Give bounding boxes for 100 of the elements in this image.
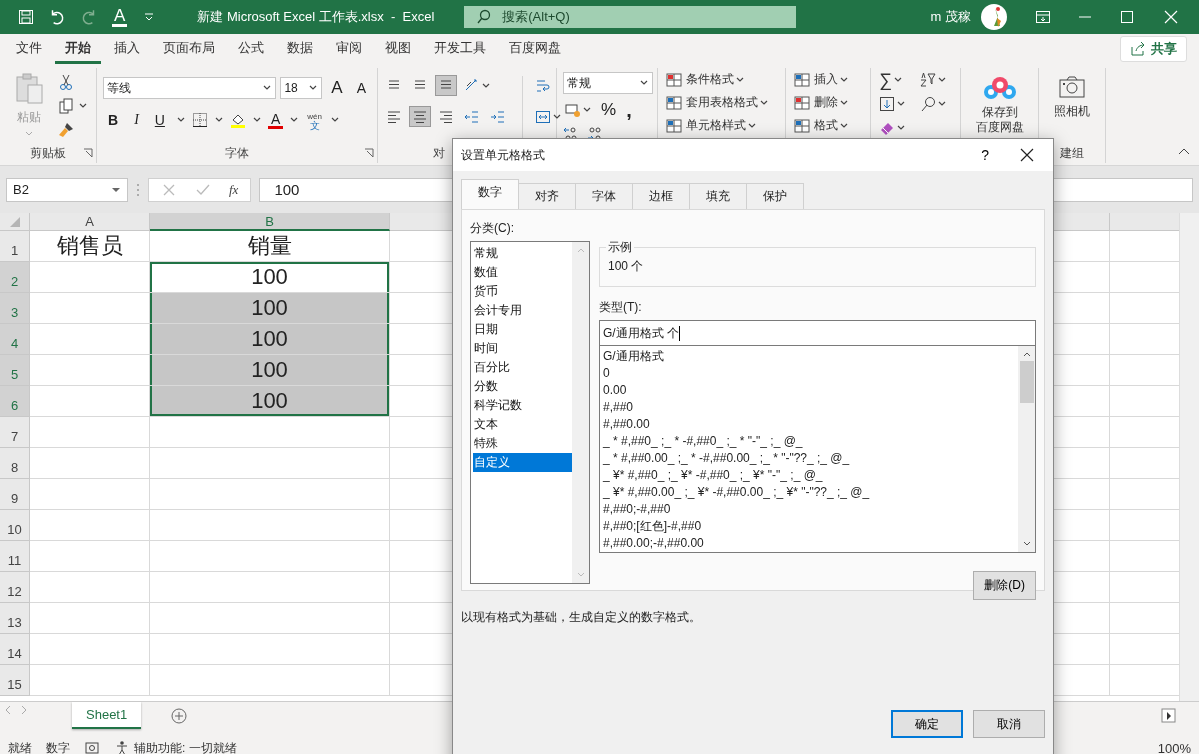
delete-button[interactable]: 删除(D) <box>973 571 1036 600</box>
font-color-button[interactable]: A <box>112 7 128 27</box>
table-cell: 100 <box>150 386 390 417</box>
font-color-button[interactable]: A <box>267 111 284 129</box>
grow-font-button[interactable]: A <box>326 76 348 100</box>
ribbon-tab[interactable]: 页面布局 <box>153 34 225 64</box>
type-label: 类型(T): <box>599 299 643 316</box>
row-header[interactable]: 10 <box>0 510 30 541</box>
dialog-tab[interactable]: 保护 <box>746 183 804 209</box>
ribbon-tab[interactable]: 数据 <box>277 34 323 64</box>
sheet-tab[interactable]: Sheet1 <box>72 702 142 729</box>
styles-button[interactable]: 单元格样式 <box>664 116 779 135</box>
increase-indent-icon <box>490 108 506 125</box>
bold-button[interactable]: B <box>103 110 124 130</box>
row-header[interactable]: 1 <box>0 231 30 262</box>
row-header[interactable]: 15 <box>0 665 30 696</box>
row-header[interactable]: 7 <box>0 417 30 448</box>
format-item[interactable]: #,##0.00 <box>603 416 1018 433</box>
name-box[interactable]: B2 <box>6 177 128 202</box>
center-button[interactable] <box>410 107 430 126</box>
category-item[interactable]: 货币 <box>473 282 572 301</box>
format-item[interactable]: _ ¥* #,##0_ ;_ ¥* -#,##0_ ;_ ¥* "-"_ ;_ @_ <box>603 467 1018 484</box>
row-header[interactable]: 13 <box>0 603 30 634</box>
format-item[interactable]: #,##0;[红色]-#,##0 <box>603 518 1018 535</box>
row-header[interactable]: 6 <box>0 386 30 417</box>
autosum-button[interactable]: ∑ <box>877 70 908 89</box>
accessibility-status[interactable]: 辅助功能: 一切就绪 <box>134 739 237 754</box>
type-field[interactable]: G/通用格式 个 <box>599 320 1036 346</box>
underline-button[interactable]: U <box>149 110 170 130</box>
ok-button[interactable]: 确定 <box>891 710 963 738</box>
format-item[interactable]: 0 <box>603 365 1018 382</box>
category-list[interactable]: 常规 数值 货币 会计专用 日期 时间 百分比 分数 科学记数 文本 特殊 自定义 <box>470 241 590 584</box>
category-item[interactable]: 会计专用 <box>473 301 572 320</box>
ribbon-tab[interactable]: 文件 <box>6 34 52 64</box>
category-item[interactable]: 数值 <box>473 263 572 282</box>
zoom-level[interactable]: 100% <box>1157 740 1191 754</box>
category-item[interactable]: 常规 <box>473 244 572 263</box>
ribbon-tab[interactable]: 视图 <box>375 34 421 64</box>
shrink-font-button[interactable]: A <box>351 78 371 98</box>
format-item[interactable]: #,##0 <box>603 399 1018 416</box>
user-name[interactable]: m 茂稼 <box>930 8 971 26</box>
borders-icon <box>191 112 208 128</box>
category-item[interactable]: 文本 <box>473 415 572 434</box>
row-header[interactable]: 11 <box>0 541 30 572</box>
row-header[interactable]: 2 <box>0 262 30 293</box>
status-text: 就绪 <box>8 739 32 754</box>
ribbon-tab[interactable]: 开发工具 <box>424 34 496 64</box>
dialog-tab[interactable]: 数字 <box>461 179 519 209</box>
bottom-align-button[interactable] <box>436 76 456 95</box>
font-size-field[interactable]: 18 <box>280 77 323 99</box>
font-name-field[interactable]: 等线 <box>103 77 277 99</box>
category-item[interactable]: 日期 <box>473 320 572 339</box>
format-list[interactable] <box>599 346 1036 553</box>
row-header[interactable]: 4 <box>0 324 30 355</box>
cells-button[interactable]: 格式 <box>792 116 864 135</box>
column-header[interactable]: B <box>150 213 390 231</box>
row-header[interactable]: 3 <box>0 293 30 324</box>
format-item[interactable]: 0.00 <box>603 382 1018 399</box>
phonetic-button[interactable]: wén 文 <box>305 110 324 130</box>
italic-button[interactable]: I <box>129 110 144 130</box>
camera-button[interactable]: 照相机 <box>1050 68 1094 143</box>
format-item[interactable]: _ ¥* #,##0.00_ ;_ ¥* -#,##0.00_ ;_ ¥* "-"??_ ;_ @_ <box>603 484 1018 501</box>
cloud-logo-icon <box>981 74 1018 102</box>
number-format-field[interactable]: 常规 <box>563 72 653 94</box>
row-header[interactable]: 12 <box>0 572 30 603</box>
category-item[interactable]: 时间 <box>473 339 572 358</box>
insert-function-button[interactable]: fx <box>229 181 239 198</box>
help-button[interactable]: ? <box>975 146 995 164</box>
row-header[interactable]: 5 <box>0 355 30 386</box>
cancel-button[interactable]: 取消 <box>973 710 1045 738</box>
ribbon-tab[interactable]: 公式 <box>228 34 274 64</box>
format-item[interactable]: _ * #,##0_ ;_ * -#,##0_ ;_ * "-"_ ;_ @_ <box>603 433 1018 450</box>
align-left-icon <box>386 108 402 125</box>
category-item[interactable]: 百分比 <box>473 358 572 377</box>
format-item[interactable]: #,##0;-#,##0 <box>603 501 1018 518</box>
styles-button[interactable]: 条件格式 <box>664 70 779 89</box>
styles-button[interactable]: 套用表格格式 <box>664 93 779 112</box>
format-item[interactable]: #,##0.00;-#,##0.00 <box>603 535 1018 552</box>
table-cell: 销量 <box>150 231 390 262</box>
vertical-scrollbar[interactable] <box>1179 213 1199 701</box>
ribbon-tab[interactable]: 插入 <box>104 34 150 64</box>
row-header[interactable]: 8 <box>0 448 30 479</box>
ribbon-tab[interactable]: 百度网盘 <box>499 34 571 64</box>
cells-button[interactable]: 删除 <box>792 93 864 112</box>
column-header[interactable]: A <box>30 213 150 231</box>
ribbon-tab[interactable]: 审阅 <box>326 34 372 64</box>
format-item[interactable]: G/通用格式 <box>603 348 1018 365</box>
share-button[interactable]: 共享 <box>1120 36 1187 62</box>
row-header[interactable]: 9 <box>0 479 30 510</box>
search-field[interactable]: 搜索(Alt+Q) <box>464 6 797 28</box>
category-item[interactable]: 自定义 <box>473 453 572 472</box>
category-item[interactable]: 特殊 <box>473 434 572 453</box>
category-item[interactable]: 科学记数 <box>473 396 572 415</box>
cells-button[interactable]: 插入 <box>792 70 864 89</box>
scroll-thumb[interactable] <box>1019 361 1034 403</box>
format-item[interactable]: _ * #,##0.00_ ;_ * -#,##0.00_ ;_ * "-"??_ ;_ @_ <box>603 450 1018 467</box>
format-cells-icon <box>794 117 810 134</box>
row-header[interactable]: 14 <box>0 634 30 665</box>
category-item[interactable]: 分数 <box>473 377 572 396</box>
percent-button[interactable]: % <box>598 100 620 120</box>
